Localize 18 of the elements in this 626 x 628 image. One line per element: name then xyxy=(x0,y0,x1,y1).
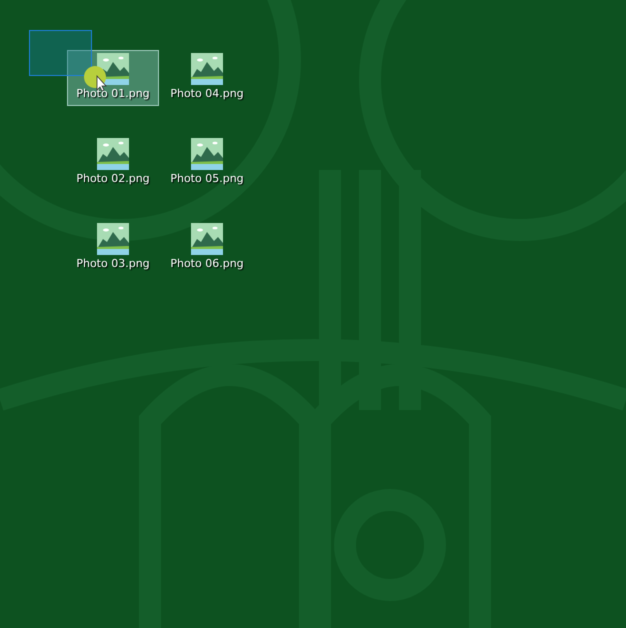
image-file-icon xyxy=(191,138,223,170)
file-name: Photo 03.png xyxy=(76,256,150,271)
file-name: Photo 02.png xyxy=(76,171,150,186)
file-name: Photo 04.png xyxy=(170,86,244,101)
desktop-icon[interactable]: Photo 06.png xyxy=(161,220,253,276)
file-name: Photo 01.png xyxy=(76,86,150,101)
desktop-icon[interactable]: Photo 01.png xyxy=(67,50,159,106)
file-name: Photo 06.png xyxy=(170,256,244,271)
image-file-icon xyxy=(191,223,223,255)
selection-rectangle xyxy=(29,30,92,76)
image-file-icon xyxy=(97,138,129,170)
desktop-icon[interactable]: Photo 03.png xyxy=(67,220,159,276)
image-file-icon xyxy=(191,53,223,85)
image-file-icon xyxy=(97,223,129,255)
desktop-icon[interactable]: Photo 02.png xyxy=(67,135,159,191)
file-name: Photo 05.png xyxy=(170,171,244,186)
desktop-icon[interactable]: Photo 05.png xyxy=(161,135,253,191)
desktop-icon[interactable]: Photo 04.png xyxy=(161,50,253,106)
